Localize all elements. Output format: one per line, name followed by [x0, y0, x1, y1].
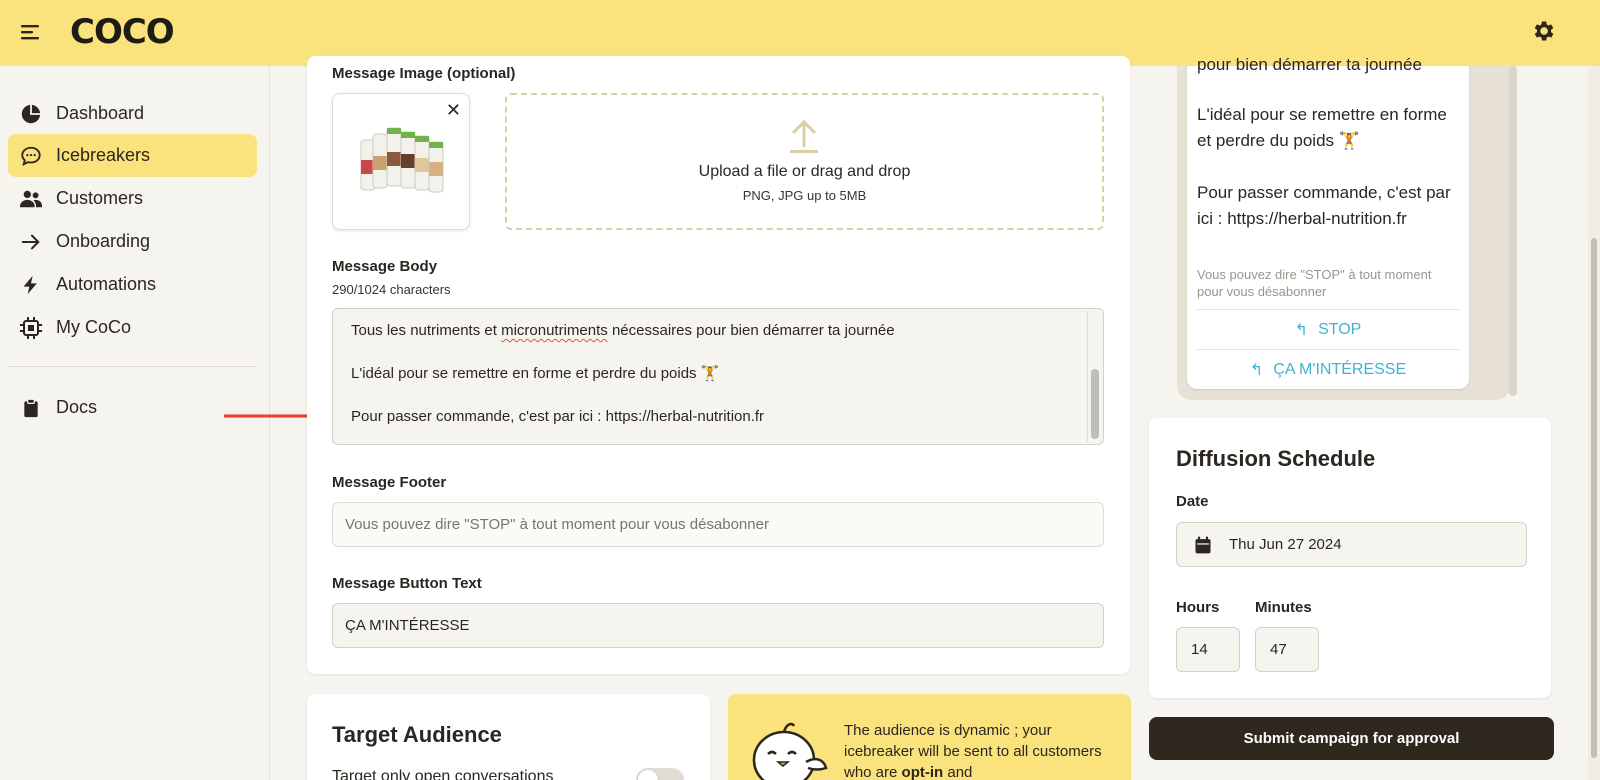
textarea-scrollbar[interactable]	[1087, 311, 1101, 442]
reply-icon: ↰	[1294, 321, 1309, 339]
pie-chart-icon	[18, 101, 44, 127]
sidebar-item-label: Automations	[56, 274, 157, 294]
chat-bubble-icon	[18, 143, 44, 169]
sidebar-item-dashboard[interactable]: Dashboard	[8, 92, 257, 135]
preview-text: L'idéal pour se remettre en forme et per…	[1197, 105, 1447, 150]
audience-info-card: The audience is dynamic ; your icebreake…	[728, 694, 1131, 780]
menu-icon[interactable]	[18, 20, 42, 44]
textarea-scroll-thumb[interactable]	[1091, 369, 1099, 439]
sidebar-item-my-coco[interactable]: My CoCo	[8, 306, 257, 349]
sidebar-item-label: Dashboard	[56, 103, 145, 123]
submit-campaign-button[interactable]: Submit campaign for approval	[1149, 717, 1554, 760]
preview-text: Pour passer commande, c'est par ici : ht…	[1197, 183, 1451, 228]
page-scrollbar[interactable]	[1588, 66, 1600, 780]
sidebar-item-customers[interactable]: Customers	[8, 177, 257, 220]
upload-title: Upload a file or drag and drop	[698, 163, 911, 180]
preview-footer: Vous pouvez dire "STOP" à tout moment po…	[1197, 267, 1432, 299]
upload-subtitle: PNG, JPG up to 5MB	[742, 188, 867, 203]
users-icon	[18, 186, 44, 212]
message-button-label: Message Button Text	[332, 575, 482, 592]
clipboard-icon	[18, 395, 44, 421]
date-value: Thu Jun 27 2024	[1229, 536, 1342, 553]
preview-scrollbar[interactable]	[1509, 66, 1517, 396]
page-scroll-thumb[interactable]	[1591, 238, 1597, 758]
image-thumbnail[interactable]: ✕	[332, 93, 470, 230]
sidebar-item-docs[interactable]: Docs	[8, 386, 257, 429]
hours-label: Hours	[1176, 599, 1220, 616]
message-body-textarea[interactable]: Tous les nutriments et micronutriments n…	[332, 308, 1104, 445]
upload-dropzone[interactable]: Upload a file or drag and drop PNG, JPG …	[505, 93, 1104, 230]
message-footer-label: Message Footer	[332, 474, 447, 491]
minutes-input[interactable]: 47	[1255, 627, 1319, 672]
message-footer-input[interactable]	[332, 502, 1104, 547]
upload-icon	[790, 119, 818, 153]
preview-stop-button[interactable]: ↰ STOP	[1197, 309, 1459, 349]
minutes-label: Minutes	[1255, 599, 1312, 616]
gear-icon[interactable]	[1530, 18, 1556, 44]
schedule-title: Diffusion Schedule	[1176, 446, 1376, 471]
preview-interest-button[interactable]: ↰ ÇA M'INTÉRESSE	[1197, 349, 1459, 389]
sidebar-item-label: Docs	[56, 397, 98, 417]
sidebar-item-automations[interactable]: Automations	[8, 263, 257, 306]
target-audience-title: Target Audience	[332, 722, 502, 747]
sidebar-item-label: Customers	[56, 188, 144, 208]
open-conversations-toggle[interactable]	[636, 768, 684, 780]
sidebar-item-onboarding[interactable]: Onboarding	[8, 220, 257, 263]
preview-text: pour bien démarrer ta journée	[1197, 55, 1422, 74]
character-count: 290/1024 characters	[332, 282, 451, 297]
sidebar-item-icebreakers[interactable]: Icebreakers	[8, 134, 257, 177]
body-line: Pour passer commande, c'est par ici : ht…	[351, 408, 765, 425]
sidebar-divider	[8, 366, 257, 367]
message-button-input[interactable]: ÇA M'INTÉRESSE	[332, 603, 1104, 648]
date-picker[interactable]: Thu Jun 27 2024	[1176, 522, 1527, 567]
sidebar-item-label: Onboarding	[56, 231, 151, 251]
audience-info-text: The audience is dynamic ; your icebreake…	[844, 722, 1102, 780]
preview-message-bubble: pour bien démarrer ta journée L'idéal po…	[1187, 55, 1469, 389]
message-image-label: Message Image (optional)	[332, 65, 516, 82]
product-bottles-image	[360, 127, 444, 193]
reply-icon: ↰	[1249, 361, 1264, 379]
toggle-knob	[638, 770, 658, 780]
lightning-icon	[18, 272, 44, 298]
bird-mascot-icon	[752, 722, 828, 780]
message-body-label: Message Body	[332, 258, 438, 275]
body-line: L'idéal pour se remettre en forme et per…	[351, 365, 720, 382]
chip-icon	[18, 315, 44, 341]
hours-input[interactable]: 14	[1176, 627, 1240, 672]
toggle-label: Target only open conversations	[332, 768, 554, 780]
sidebar-item-label: My CoCo	[56, 317, 132, 337]
sidebar-item-label: Icebreakers	[56, 145, 151, 165]
spellcheck-word: micronutriments	[501, 322, 608, 339]
calendar-icon	[1195, 536, 1211, 553]
app-logo[interactable]: COCO	[70, 12, 175, 52]
close-icon[interactable]: ✕	[446, 100, 461, 121]
body-line: Tous les nutriments et micronutriments n…	[351, 322, 895, 339]
date-label: Date	[1176, 493, 1209, 510]
arrow-right-icon	[18, 229, 44, 255]
